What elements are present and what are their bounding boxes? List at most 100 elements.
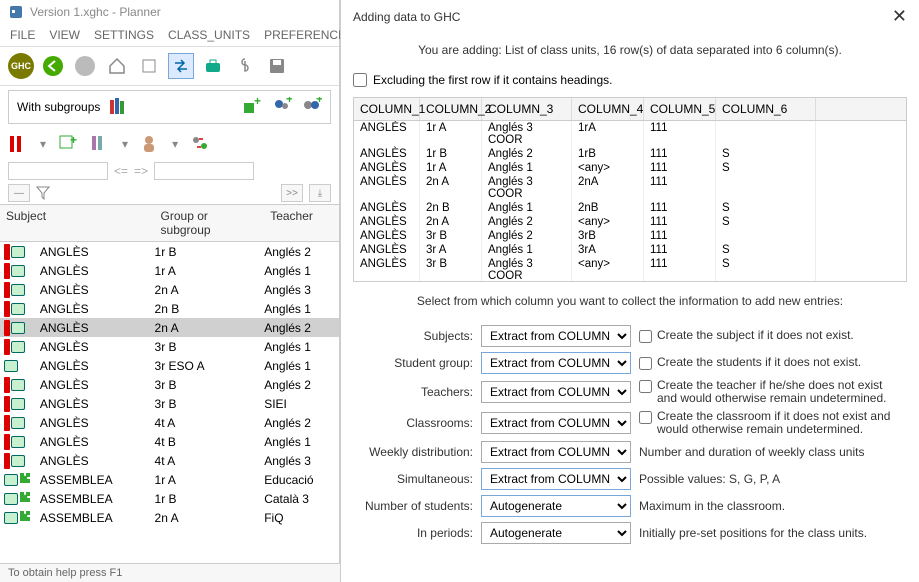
col3[interactable]: COLUMN_3	[482, 98, 572, 120]
add-green-icon[interactable]: +	[242, 97, 262, 117]
forward-button	[72, 53, 98, 79]
person-icon[interactable]	[140, 134, 160, 154]
import-cell	[716, 121, 816, 147]
tool-button-1[interactable]	[136, 53, 162, 79]
form-side: Create the subject if it does not exist.	[639, 329, 899, 343]
col2[interactable]: COLUMN_2	[420, 98, 482, 120]
cell-teacher: Anglés 1	[264, 340, 339, 354]
col4[interactable]: COLUMN_4	[572, 98, 644, 120]
col-teacher[interactable]: Teacher	[264, 205, 339, 241]
swap-people-icon[interactable]	[190, 134, 210, 154]
table-row[interactable]: ANGLÈS1r AAnglés 1	[0, 261, 339, 280]
import-row[interactable]: ANGLÈS2n AAnglés 3 COOR2nA111	[354, 175, 906, 201]
col6[interactable]: COLUMN_6	[716, 98, 816, 120]
svg-text:+: +	[316, 97, 322, 106]
import-row[interactable]: ANGLÈS1r AAnglés 3 COOR1rA111	[354, 121, 906, 147]
tool-button-clip[interactable]	[232, 53, 258, 79]
create-if-missing-checkbox[interactable]	[639, 357, 652, 370]
filter-input-1[interactable]	[8, 162, 108, 180]
form-select[interactable]: Extract from COLUMN_1	[481, 325, 631, 347]
tool-button-case[interactable]	[200, 53, 226, 79]
back-button[interactable]	[40, 53, 66, 79]
table-row[interactable]: ANGLÈS2n AAnglés 2	[0, 318, 339, 337]
create-if-missing-checkbox[interactable]	[639, 380, 652, 393]
table-row[interactable]: ANGLÈS1r BAnglés 2	[0, 242, 339, 261]
puzzle-icon	[19, 510, 31, 525]
import-row[interactable]: ANGLÈS3r AAnglés 13rA111S	[354, 243, 906, 257]
col-group[interactable]: Group or subgroup	[155, 205, 265, 241]
menu-file[interactable]: FILE	[10, 28, 35, 42]
collapse-button[interactable]: —	[8, 184, 30, 202]
menu-classunits[interactable]: CLASS_UNITS	[168, 28, 250, 42]
form-select[interactable]: Extract from COLUMN_6	[481, 468, 631, 490]
monitor-icon	[11, 455, 25, 467]
table-row[interactable]: ASSEMBLEA2n AFiQ	[0, 508, 339, 527]
cell-subject: ANGLÈS	[38, 245, 155, 259]
exclude-headings-label: Excluding the first row if it contains h…	[373, 73, 612, 87]
table-row[interactable]: ANGLÈS4t BAnglés 1	[0, 432, 339, 451]
table-row[interactable]: ANGLÈS4t AAnglés 3	[0, 451, 339, 470]
columns-icon[interactable]	[90, 134, 110, 154]
op-ge: =>	[134, 164, 148, 178]
tool-button-swap[interactable]	[168, 53, 194, 79]
form-side: Possible values: S, G, P, A	[639, 473, 899, 486]
table-row[interactable]: ANGLÈS4t AAnglés 2	[0, 413, 339, 432]
form-select[interactable]: Extract from COLUMN_5	[481, 441, 631, 463]
col-subject[interactable]: Subject	[0, 205, 155, 241]
table-row[interactable]: ANGLÈS2n BAnglés 1	[0, 299, 339, 318]
home-button[interactable]	[104, 53, 130, 79]
table-row[interactable]: ANGLÈS3r ESO AAnglés 1	[0, 356, 339, 375]
import-row[interactable]: ANGLÈS1r AAnglés 1<any>111S	[354, 161, 906, 175]
filter-input-2[interactable]	[154, 162, 254, 180]
add-people2-icon[interactable]: +	[302, 97, 322, 117]
col1[interactable]: COLUMN_1	[354, 98, 420, 120]
form-select[interactable]: Extract from COLUMN_2	[481, 352, 631, 374]
import-row[interactable]: ANGLÈS2n AAnglés 2<any>111S	[354, 215, 906, 229]
import-grid-body[interactable]: ANGLÈS1r AAnglés 3 COOR1rA111ANGLÈS1r BA…	[354, 121, 906, 281]
table-row[interactable]: ANGLÈS3r BAnglés 1	[0, 337, 339, 356]
import-cell: Anglés 1	[482, 201, 572, 215]
table-row[interactable]: ANGLÈS3r BSIEI	[0, 394, 339, 413]
import-row[interactable]: ANGLÈS1r BAnglés 21rB111S	[354, 147, 906, 161]
red-bars-icon[interactable]	[8, 134, 28, 154]
import-cell: ANGLÈS	[354, 243, 420, 257]
table-row[interactable]: ANGLÈS2n AAnglés 3	[0, 280, 339, 299]
tool-button-save[interactable]	[264, 53, 290, 79]
add-grid-icon[interactable]: +	[58, 134, 78, 154]
import-cell: S	[716, 147, 816, 161]
form-select[interactable]: Autogenerate	[481, 495, 631, 517]
table-row[interactable]: ANGLÈS3r BAnglés 2	[0, 375, 339, 394]
funnel-icon[interactable]	[36, 186, 50, 200]
form-side: Create the teacher if he/she does not ex…	[639, 379, 899, 405]
exclude-headings-checkbox[interactable]	[353, 73, 367, 87]
cell-teacher: Anglés 3	[264, 283, 339, 297]
cell-teacher: Anglés 2	[264, 416, 339, 430]
red-bar-icon	[4, 415, 10, 431]
import-row[interactable]: ANGLÈS3r BAnglés 3 COOR<any>111S	[354, 257, 906, 281]
table-row[interactable]: ASSEMBLEA1r BCatalà 3	[0, 489, 339, 508]
red-bar-icon	[4, 301, 10, 317]
form-select[interactable]: Extract from COLUMN_4	[481, 412, 631, 434]
monitor-icon	[4, 360, 18, 372]
nav-next-button[interactable]: >>	[281, 184, 303, 202]
create-if-missing-checkbox[interactable]	[639, 330, 652, 343]
import-cell: S	[716, 257, 816, 281]
table-row[interactable]: ASSEMBLEA1r AEducació	[0, 470, 339, 489]
import-row[interactable]: ANGLÈS2n BAnglés 12nB111S	[354, 201, 906, 215]
menu-view[interactable]: VIEW	[49, 28, 80, 42]
grid-body[interactable]: ANGLÈS1r BAnglés 2ANGLÈS1r AAnglés 1ANGL…	[0, 242, 339, 542]
form-label: Simultaneous:	[353, 472, 473, 486]
col5[interactable]: COLUMN_5	[644, 98, 716, 120]
cell-teacher: Català 3	[264, 492, 339, 506]
nav-last-button[interactable]: ⤓	[309, 184, 331, 202]
form-select[interactable]: Extract from COLUMN_3	[481, 381, 631, 403]
form-select[interactable]: Autogenerate	[481, 522, 631, 544]
create-if-missing-checkbox[interactable]	[639, 411, 652, 424]
ghc-badge-icon[interactable]: GHC	[8, 53, 34, 79]
import-row[interactable]: ANGLÈS3r BAnglés 23rB111	[354, 229, 906, 243]
close-button[interactable]: ✕	[892, 6, 907, 27]
import-cell: 3rA	[572, 243, 644, 257]
red-bar-icon	[4, 339, 10, 355]
add-people-icon[interactable]: +	[272, 97, 292, 117]
menu-settings[interactable]: SETTINGS	[94, 28, 154, 42]
